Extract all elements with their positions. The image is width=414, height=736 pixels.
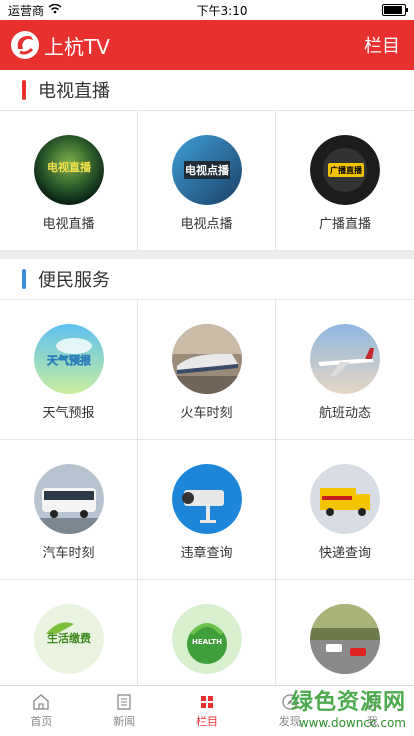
camera-icon [171,464,242,534]
grid-item-violation[interactable]: 违章查询 [138,440,276,580]
grid-item-label: 火车时刻 [180,406,233,421]
carrier-label: 运营商 [8,3,45,18]
discover-icon [282,694,298,710]
tab-discover[interactable]: 发现 [248,686,331,736]
grid-item-weather[interactable]: 天气预报 天气预报 [0,300,138,440]
grid-item-label: 电视直播 [42,217,95,232]
grid-item-label: 电视点播 [180,217,233,232]
section-accent-bar [22,269,26,289]
tab-columns[interactable]: 栏目 [166,686,249,736]
health-icon: HEALTH [171,604,242,674]
grid-item-train[interactable]: 火车时刻 [138,300,276,440]
train-icon [171,324,242,394]
tab-profile[interactable]: 我 [331,686,414,736]
svg-text:生活缴费: 生活缴费 [47,631,91,645]
section-header-services: 便民服务 [0,259,414,300]
radio-live-icon: 广播直播 [310,135,380,205]
grid-item-bus[interactable]: 汽车时刻 [0,440,138,580]
news-icon [117,694,131,710]
app-logo-icon [11,31,39,59]
home-icon [33,694,50,710]
svg-text:广播直播: 广播直播 [330,165,363,175]
section-gap [0,251,414,259]
bus-icon [33,464,104,534]
grid-item-radio-live[interactable]: 广播直播 广播直播 [276,111,414,251]
bottom-tab-bar: 首页 新闻 栏目 发现 我 [0,685,414,736]
tab-label: 我 [367,715,379,728]
section-title: 电视直播 [38,81,110,102]
grid-item-tv-live[interactable]: 电视直播 电视直播 [0,111,138,251]
section-header-tv: 电视直播 [0,70,414,111]
grid-item-flight[interactable]: 航班动态 [276,300,414,440]
tv-grid: 电视直播 电视直播 电视点播 电视点播 广播直播 广播直播 [0,111,414,251]
app-header: 上杭TV 栏目 [0,20,414,70]
svg-text:天气预报: 天气预报 [47,353,92,367]
battery-icon [382,4,408,16]
parking-icon [310,604,380,674]
grid-item-label: 天气预报 [42,406,95,421]
services-grid: 天气预报 天气预报 火车时刻 航班动态 汽车时刻 违章查询 快递查询 生活缴费 … [0,300,414,720]
tv-live-icon: 电视直播 [33,135,104,205]
brand: 上杭TV [10,30,110,60]
delivery-truck-icon [310,464,380,534]
section-accent-bar [22,80,26,100]
svg-text:HEALTH: HEALTH [192,638,222,646]
column-menu-button[interactable]: 栏目 [364,32,400,58]
brand-title: 上杭TV [44,34,110,59]
tab-label: 栏目 [195,715,218,728]
tab-news[interactable]: 新闻 [83,686,166,736]
wifi-icon [48,3,62,17]
grid-item-label: 广播直播 [318,217,371,232]
grid-item-label: 快递查询 [318,546,371,561]
status-time: 下午3:10 [196,3,248,18]
svg-text:电视直播: 电视直播 [47,160,92,174]
grid-item-express[interactable]: 快递查询 [276,440,414,580]
airplane-icon [310,324,380,394]
bill-payment-icon: 生活缴费 [33,604,104,674]
tab-home[interactable]: 首页 [0,686,83,736]
tab-label: 首页 [30,715,53,728]
grid-item-label: 汽车时刻 [42,546,95,561]
svg-text:电视点播: 电视点播 [185,163,230,177]
grid-item-label: 航班动态 [318,406,371,421]
tv-vod-icon: 电视点播 [171,135,242,205]
grid-icon [200,696,213,708]
profile-icon [365,694,381,710]
tab-label: 发现 [278,715,301,728]
grid-item-tv-vod[interactable]: 电视点播 电视点播 [138,111,276,251]
section-title: 便民服务 [38,270,110,291]
status-bar: 运营商 下午3:10 [0,0,414,20]
tab-label: 新闻 [113,715,136,728]
weather-icon: 天气预报 [33,324,104,394]
grid-item-label: 违章查询 [180,546,233,561]
